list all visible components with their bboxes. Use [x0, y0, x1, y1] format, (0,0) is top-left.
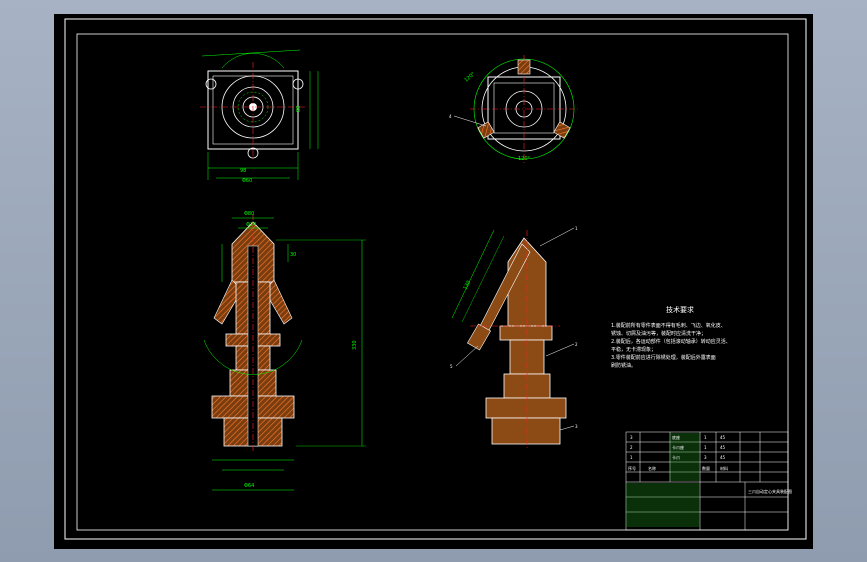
tech-line-3: 2.装配后，各运动部件（包括滚动轴承）转动应灵活、	[611, 338, 731, 345]
dim-angle-1: 120°	[518, 156, 531, 162]
tech-line-4: 平稳，无卡滞现象；	[611, 346, 656, 353]
tb-h-qty: 数量	[702, 465, 710, 471]
cad-drawing-sheet: 98 Φ60 120° 120° 4 Φ80 Φ24 Φ64 330 30 88…	[54, 14, 813, 549]
tb-r3-mat: 45	[720, 455, 726, 460]
dim-slot: 30	[290, 252, 296, 258]
tb-h-no: 序号	[628, 465, 636, 471]
tech-line-5: 3.零件装配前应进行除锈处理，装配后外露表面	[611, 354, 716, 361]
dim-cone-dia: Φ24	[246, 222, 256, 228]
dim-side: 88	[296, 106, 302, 112]
tb-r1-mat: 45	[720, 435, 726, 440]
tb-r1-name: 底座	[672, 434, 680, 440]
tb-r2-mat: 45	[720, 445, 726, 450]
tech-title: 技术要求	[666, 305, 694, 314]
tech-line-1: 1.装配前所有零件表面不得有毛刺、飞边、氧化皮、	[611, 322, 726, 329]
dim-top-width-1: Φ80	[244, 211, 254, 217]
dim-height-overall: 330	[352, 340, 358, 350]
tb-drawing-name: 三爪自动定心夹具装配图	[748, 488, 792, 494]
dim-base-dia: Φ64	[244, 483, 254, 489]
tech-line-6: 刷防锈油。	[611, 362, 636, 369]
tb-h-mat: 材料	[720, 465, 728, 471]
tb-r3-name: 卡爪	[672, 454, 680, 460]
tb-r2-name: 卡爪座	[672, 444, 684, 450]
tb-h-name: 名称	[648, 465, 656, 471]
dim-top-width-2: Φ60	[242, 178, 252, 184]
dim-base-width: 98	[240, 168, 246, 174]
tech-line-2: 锈蚀、切屑及油污等，装配时应清洗干净；	[611, 330, 706, 337]
